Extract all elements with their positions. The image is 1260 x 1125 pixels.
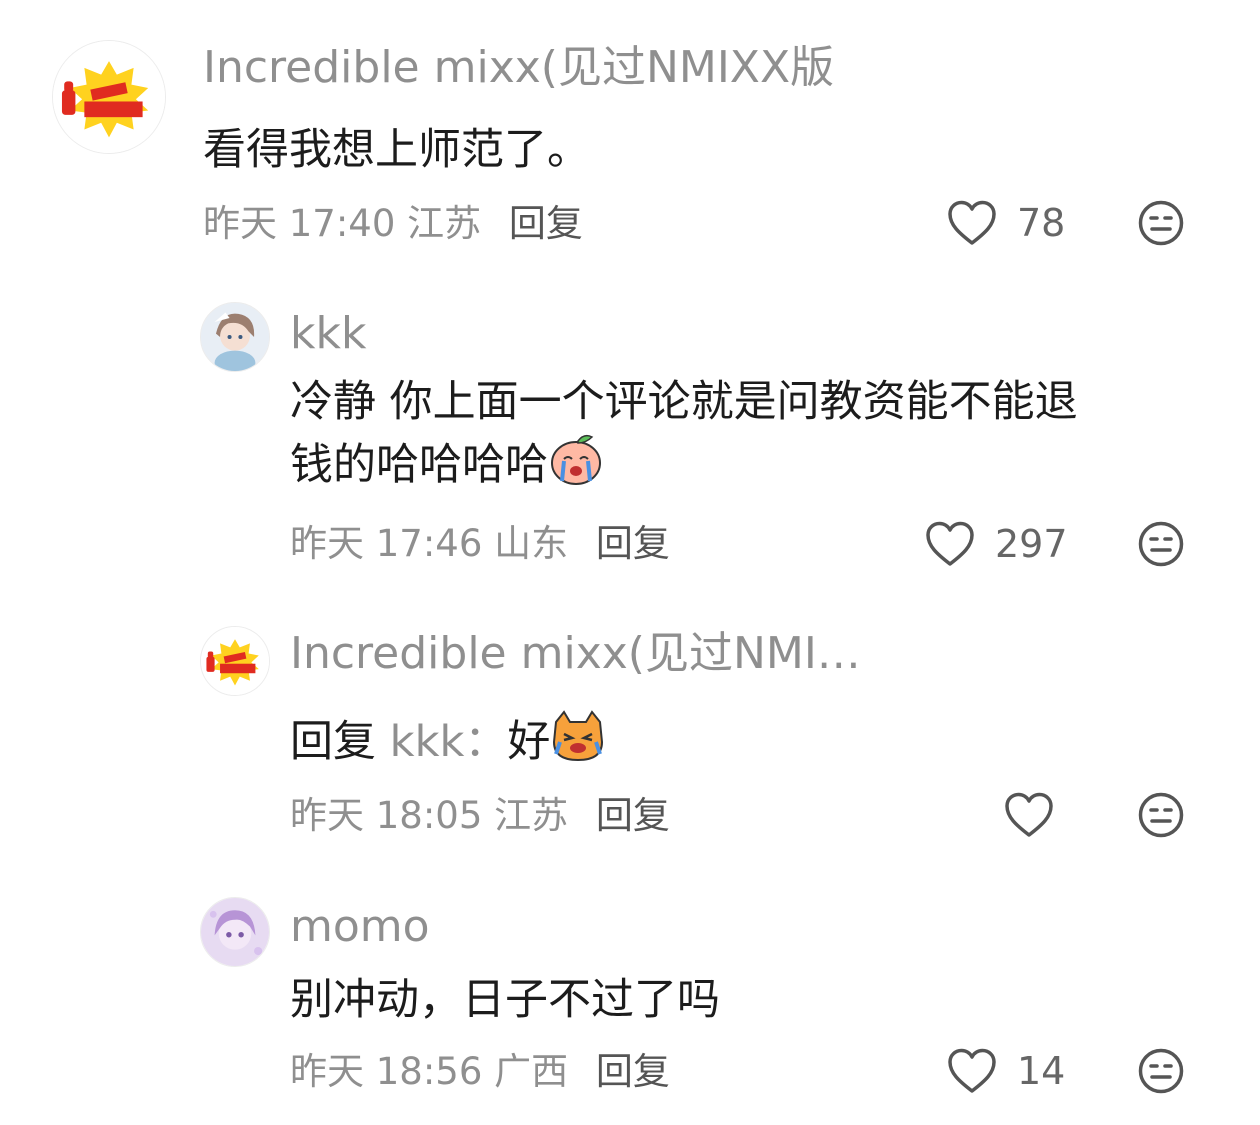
like-button[interactable] <box>1004 792 1054 838</box>
purple-anime-avatar-icon <box>201 898 269 966</box>
heart-icon <box>1005 792 1053 837</box>
crying-cat-emoji-icon <box>553 710 604 762</box>
username[interactable]: Incredible mixx(见过NMIXX版 <box>203 46 834 90</box>
comment-text: 看得我想上师范了。 <box>203 125 590 175</box>
thumbs-up-sticker-icon <box>201 627 269 695</box>
anime-girl-avatar-icon <box>201 303 269 371</box>
thumbs-up-sticker-icon <box>53 41 165 153</box>
like-button[interactable]: 14 <box>947 1048 1065 1094</box>
reply-button[interactable]: 回复 <box>596 1050 670 1093</box>
comment-item: Incredible mixx(见过NMIXX版 看得我想上师范了。 昨天 17… <box>0 0 1260 270</box>
comment-time: 昨天 17:46 <box>290 522 483 565</box>
comment-text-line-2: 钱的哈哈哈哈 <box>290 439 548 490</box>
username[interactable]: momo <box>290 905 430 949</box>
heart-icon <box>948 1048 996 1093</box>
comment-text: 别冲动，日子不过了吗 <box>290 975 720 1025</box>
dislike-face-icon[interactable] <box>1138 792 1184 838</box>
comment-time: 昨天 18:05 <box>290 794 483 837</box>
comment-text-line: 冷静 你上面一个评论就是问教资能不能退 <box>290 377 1078 427</box>
comment-time: 昨天 17:40 <box>203 202 396 245</box>
comment-time: 昨天 18:56 <box>290 1050 483 1093</box>
comment-location: 江苏 <box>407 202 482 245</box>
avatar[interactable] <box>200 302 270 372</box>
comment-text: 冷静 你上面一个评论就是问教资能不能退 钱的哈哈哈哈 <box>290 374 1220 494</box>
comment-item: momo 别冲动，日子不过了吗 昨天 18:56 广西 回复 14 <box>0 880 1260 1125</box>
reply-target-username[interactable]: kkk： <box>390 717 508 767</box>
heart-icon <box>948 200 996 245</box>
username[interactable]: kkk <box>290 312 366 356</box>
comment-meta: 昨天 17:40 江苏 回复 <box>203 205 583 242</box>
heart-icon <box>926 521 974 566</box>
reply-button[interactable]: 回复 <box>596 522 670 565</box>
like-button[interactable]: 78 <box>947 200 1065 246</box>
comment-text: 回复 kkk：好 <box>290 708 606 771</box>
comment-meta: 昨天 17:46 山东 回复 <box>290 525 670 562</box>
comment-location: 山东 <box>494 522 569 565</box>
dislike-face-icon[interactable] <box>1138 521 1184 567</box>
comment-text-line: 钱的哈哈哈哈 <box>290 431 1220 494</box>
crying-peach-emoji-icon <box>551 434 601 485</box>
reply-button[interactable]: 回复 <box>596 794 670 837</box>
comment-location: 江苏 <box>494 794 569 837</box>
comment-meta: 昨天 18:05 江苏 回复 <box>290 797 670 834</box>
reply-prefix: 回复 <box>290 717 376 767</box>
username[interactable]: Incredible mixx(见过NMI… <box>290 632 861 676</box>
like-count: 14 <box>1017 1049 1066 1093</box>
avatar[interactable] <box>200 626 270 696</box>
like-button[interactable]: 297 <box>925 521 1068 567</box>
reply-content: 好 <box>507 717 551 767</box>
like-count: 78 <box>1017 201 1066 245</box>
dislike-face-icon[interactable] <box>1138 200 1184 246</box>
reply-button[interactable]: 回复 <box>509 202 583 245</box>
comment-meta: 昨天 18:56 广西 回复 <box>290 1053 670 1090</box>
like-count: 297 <box>995 522 1068 566</box>
avatar[interactable] <box>200 897 270 967</box>
comment-item: kkk 冷静 你上面一个评论就是问教资能不能退 钱的哈哈哈哈 昨天 17:46 … <box>0 290 1260 590</box>
comment-item: Incredible mixx(见过NMI… 回复 kkk：好 昨天 18:05… <box>0 600 1260 860</box>
avatar[interactable] <box>52 40 166 154</box>
dislike-face-icon[interactable] <box>1138 1048 1184 1094</box>
comment-location: 广西 <box>494 1050 569 1093</box>
